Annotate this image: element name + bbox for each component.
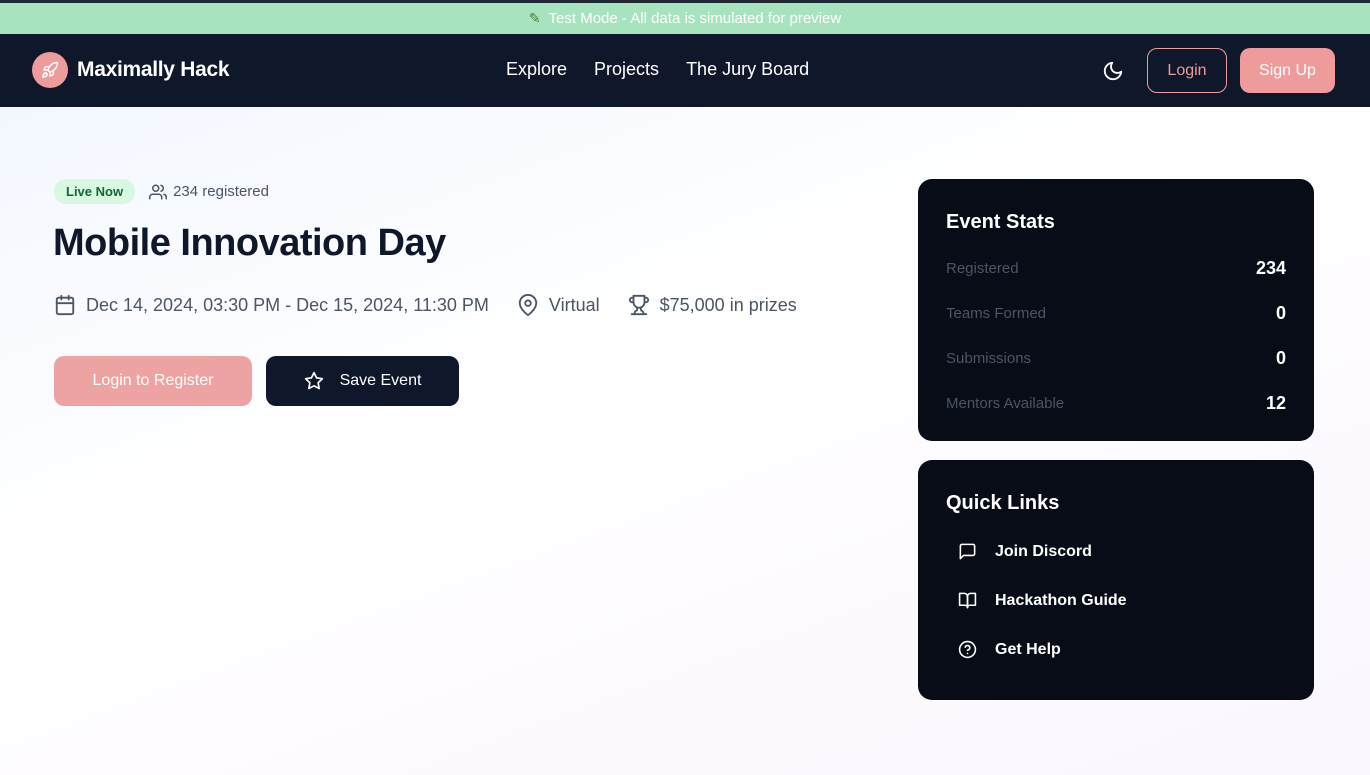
page-title: Mobile Innovation Day bbox=[53, 222, 446, 264]
stat-row-teams: Teams Formed 0 bbox=[946, 291, 1286, 336]
users-icon bbox=[149, 183, 168, 201]
quick-link-label: Get Help bbox=[995, 640, 1061, 658]
star-icon bbox=[304, 371, 324, 391]
brand-logo[interactable]: Maximally Hack bbox=[32, 52, 230, 88]
stat-row-registered: Registered 234 bbox=[946, 246, 1286, 291]
map-pin-icon bbox=[517, 294, 539, 316]
stat-label: Teams Formed bbox=[946, 305, 1047, 322]
save-event-button[interactable]: Save Event bbox=[266, 356, 459, 406]
event-stats-card: Event Stats Registered 234 Teams Formed … bbox=[918, 179, 1314, 441]
help-circle-icon bbox=[958, 640, 977, 659]
trophy-icon bbox=[628, 294, 650, 316]
login-to-register-button[interactable]: Login to Register bbox=[54, 356, 252, 406]
quick-link-discord[interactable]: Join Discord bbox=[946, 527, 1286, 576]
quick-link-label: Hackathon Guide bbox=[995, 591, 1127, 609]
event-stats-title: Event Stats bbox=[946, 211, 1055, 233]
event-prizes: $75,000 in prizes bbox=[628, 294, 797, 316]
stat-row-submissions: Submissions 0 bbox=[946, 336, 1286, 381]
registered-text: 234 registered bbox=[173, 183, 269, 200]
event-details: Dec 14, 2024, 03:30 PM - Dec 15, 2024, 1… bbox=[54, 294, 825, 316]
save-event-label: Save Event bbox=[339, 372, 422, 389]
quick-link-guide[interactable]: Hackathon Guide bbox=[946, 576, 1286, 625]
test-mode-banner: ✎ Test Mode - All data is simulated for … bbox=[0, 0, 1370, 34]
stat-value: 12 bbox=[1265, 393, 1286, 413]
stat-label: Submissions bbox=[946, 350, 1032, 367]
stat-row-mentors: Mentors Available 12 bbox=[946, 381, 1286, 426]
quick-links-title: Quick Links bbox=[946, 492, 1060, 514]
event-location: Virtual bbox=[517, 294, 600, 316]
event-date: Dec 14, 2024, 03:30 PM - Dec 15, 2024, 1… bbox=[54, 294, 489, 316]
registered-count: 234 registered bbox=[149, 183, 269, 201]
event-date-text: Dec 14, 2024, 03:30 PM - Dec 15, 2024, 1… bbox=[86, 294, 489, 315]
event-meta-row: Live Now 234 registered bbox=[54, 179, 269, 204]
calendar-icon bbox=[54, 294, 76, 316]
quick-links-card: Quick Links Join Discord Hackathon Guide… bbox=[918, 460, 1314, 700]
nav-link-explore[interactable]: Explore bbox=[506, 59, 567, 80]
stat-label: Mentors Available bbox=[946, 395, 1065, 412]
event-prizes-text: $75,000 in prizes bbox=[659, 294, 797, 315]
quick-link-label: Join Discord bbox=[995, 542, 1092, 560]
top-navbar: Maximally Hack Explore Projects The Jury… bbox=[0, 34, 1370, 107]
login-button[interactable]: Login bbox=[1147, 48, 1227, 93]
quick-link-help[interactable]: Get Help bbox=[946, 625, 1286, 674]
pencil-icon: ✎ bbox=[528, 10, 541, 26]
nav-link-projects[interactable]: Projects bbox=[594, 59, 659, 80]
nav-link-jury-board[interactable]: The Jury Board bbox=[686, 59, 809, 80]
stat-value: 0 bbox=[1275, 303, 1286, 323]
stat-label: Registered bbox=[946, 260, 1019, 277]
rocket-icon bbox=[32, 52, 68, 88]
book-open-icon bbox=[958, 591, 977, 610]
nav-links: Explore Projects The Jury Board bbox=[506, 59, 809, 80]
message-square-icon bbox=[958, 542, 977, 561]
status-badge: Live Now bbox=[54, 179, 136, 204]
stat-value: 234 bbox=[1255, 258, 1286, 278]
stat-value: 0 bbox=[1275, 348, 1286, 368]
signup-button[interactable]: Sign Up bbox=[1240, 48, 1335, 93]
brand-name: Maximally Hack bbox=[77, 58, 230, 81]
moon-icon[interactable] bbox=[1102, 60, 1124, 82]
event-location-text: Virtual bbox=[548, 294, 600, 315]
test-mode-text: Test Mode - All data is simulated for pr… bbox=[548, 10, 842, 27]
